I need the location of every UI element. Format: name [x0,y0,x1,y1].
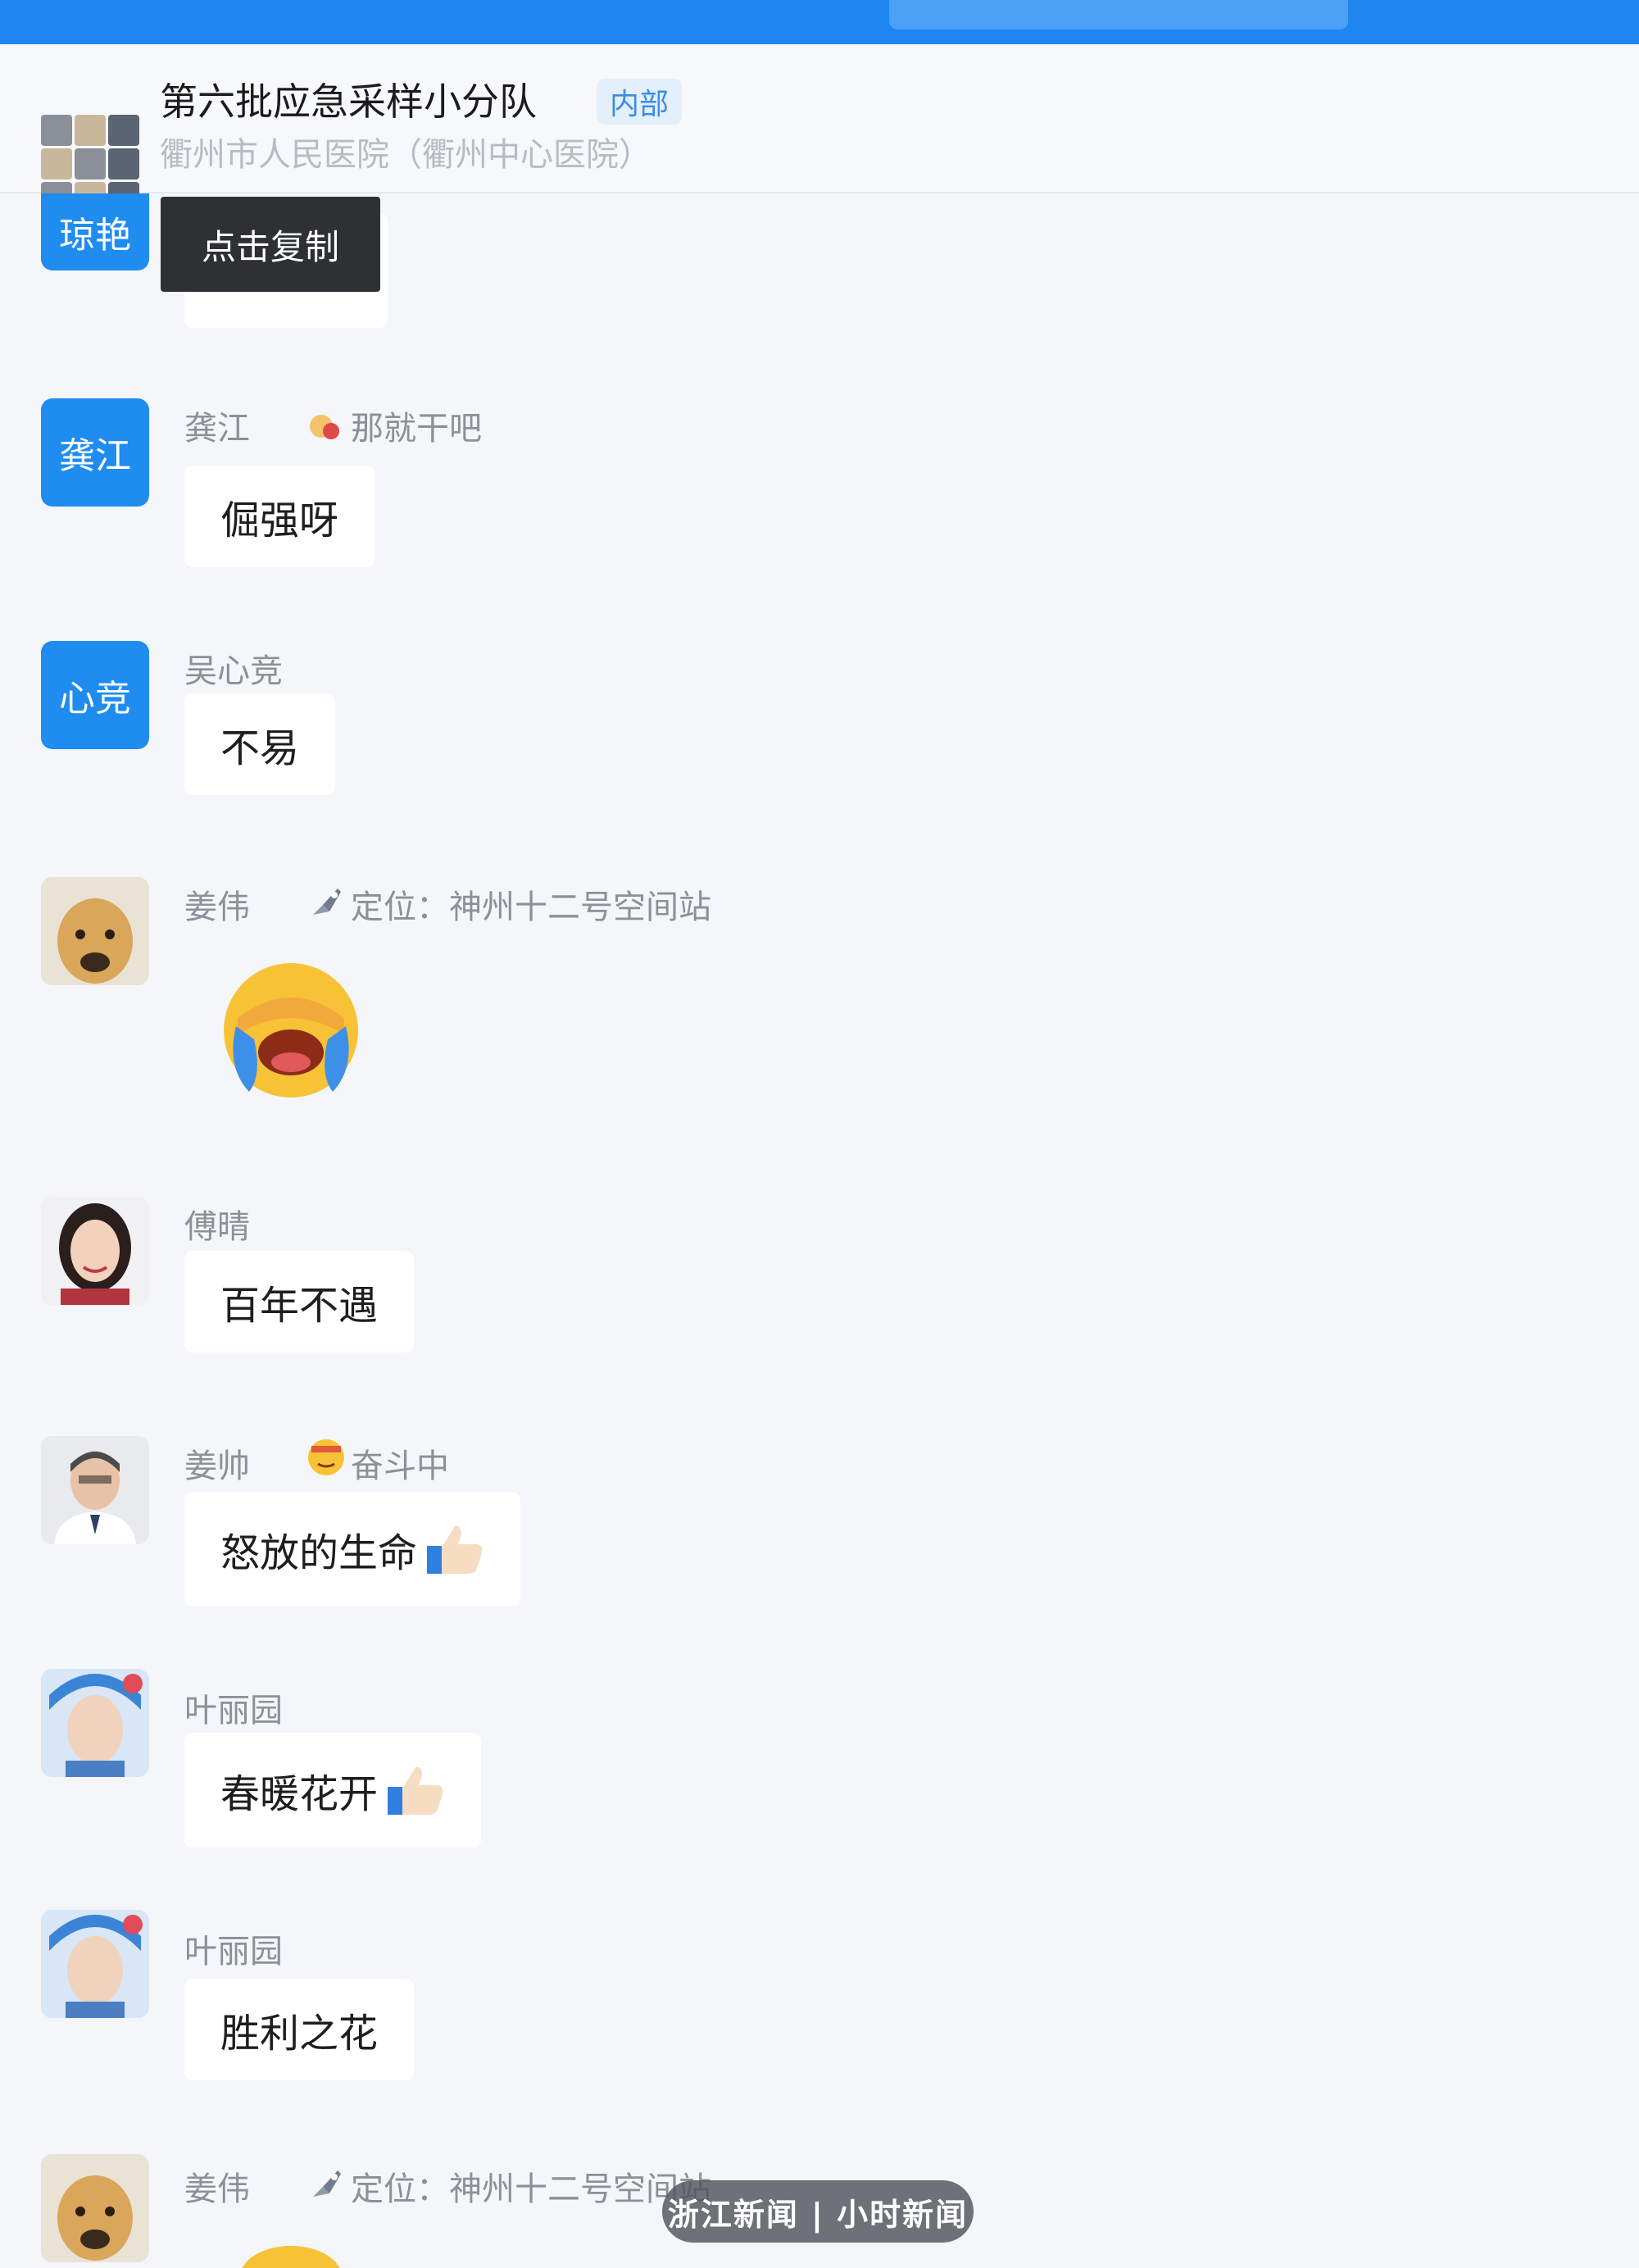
nurse-avatar-icon [41,1669,149,1777]
group-name[interactable]: 第六批应急采样小分队 [160,72,537,126]
member-thumb [41,148,72,180]
sender-name: 叶丽园 [184,1933,283,1970]
message-bubble[interactable]: 胜利之花 [184,1979,415,2080]
message-bubble[interactable]: 不易 [184,693,336,795]
dog-avatar-icon [41,877,149,985]
face-with-tears-emoji [224,963,358,1098]
message-bubble[interactable]: 倔强呀 [184,466,375,567]
top-bar [0,0,1639,44]
copy-tooltip[interactable]: 点击复制 [161,197,380,292]
avatar[interactable] [41,877,149,985]
avatar[interactable]: 龚江 [41,398,149,507]
sticker-partial-icon [242,2246,340,2268]
thumbs-up-icon [427,1525,483,1574]
nurse-avatar-icon [41,1910,149,2018]
message-bubble[interactable]: 怒放的生命 [184,1492,521,1607]
location-status: 定位：神州十二号空间站 [351,2170,711,2208]
rocket-icon [313,2170,341,2197]
member-thumb [108,115,139,146]
avatar[interactable] [41,2154,149,2262]
avatar[interactable] [41,1436,149,1544]
sender-name: 姜伟 [184,889,250,926]
man-avatar-icon [41,1436,149,1544]
news-watermark: 浙江新闻 | 小时新闻 [662,2180,974,2243]
sender-name: 吴心竞 [184,652,283,690]
avatar[interactable] [41,1669,149,1777]
location-status: 定位：神州十二号空间站 [351,889,711,926]
sender-name: 姜伟 [184,2170,250,2208]
sender-name: 龚江 [184,410,250,448]
avatar[interactable]: 琼艳 [41,193,149,270]
message-bubble[interactable]: 春暖花开 [184,1733,482,1848]
organization-name: 衢州市人民医院（衢州中心医院） [160,136,652,174]
chat-window: 第六批应急采样小分队 内部 衢州市人民医院（衢州中心医院） 琼艳 点击复制 龚江… [0,0,1639,2268]
message-text: 怒放的生命 [220,1530,418,1576]
sender-name: 叶丽园 [184,1692,283,1729]
message-bubble[interactable]: 百年不遇 [184,1251,415,1352]
avatar[interactable] [41,1910,149,2018]
message-text: 春暖花开 [220,1771,379,1817]
internal-badge: 内部 [597,79,683,125]
determined-face-icon [308,1439,344,1475]
avatar[interactable]: 心竞 [41,641,149,749]
avatar[interactable] [41,1197,149,1305]
rocket-icon [313,889,341,915]
status-text: 奋斗中 [351,1448,449,1485]
dog-avatar-icon [41,2154,149,2262]
sender-name: 傅晴 [184,1208,250,1246]
member-thumb [41,115,72,146]
status-text: 那就干吧 [351,410,482,448]
cheer-icon [310,415,339,439]
sender-name: 姜帅 [184,1448,250,1485]
member-thumb [108,148,139,180]
top-search-pill[interactable] [889,0,1348,30]
thumbs-up-icon [388,1766,443,1815]
woman-avatar-icon [41,1197,149,1305]
member-thumb [75,115,106,146]
member-thumb [75,148,106,180]
